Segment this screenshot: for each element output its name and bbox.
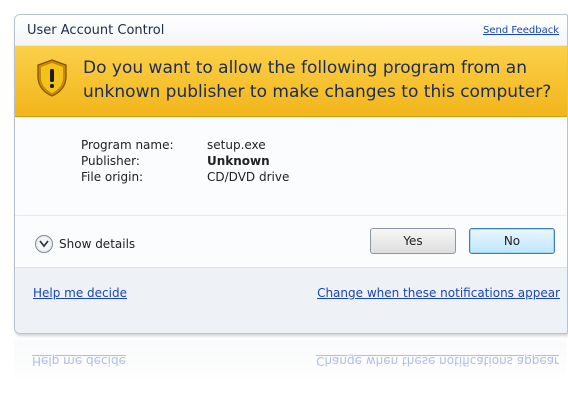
- show-details-label[interactable]: Show details: [59, 237, 135, 251]
- program-name-label: Program name:: [81, 138, 174, 152]
- change-notifications-link[interactable]: Change when these notifications appear: [317, 286, 560, 300]
- uac-question: Do you want to allow the following progr…: [83, 58, 552, 102]
- reflection-inner: Help me decide Change when these notific…: [14, 340, 566, 380]
- program-name-value: setup.exe: [207, 138, 266, 152]
- uac-dialog: User Account Control Send Feedback Do yo…: [14, 14, 568, 334]
- title-bar: User Account Control Send Feedback: [15, 15, 567, 46]
- publisher-label: Publisher:: [81, 154, 140, 168]
- dialog-reflection: Help me decide Change when these notific…: [14, 340, 566, 410]
- file-origin-label: File origin:: [81, 170, 144, 184]
- footer: Help me decide Change when these notific…: [15, 268, 567, 333]
- show-details-toggle[interactable]: Show details: [35, 235, 135, 253]
- window-title: User Account Control: [27, 23, 165, 38]
- program-name-row: Program name: setup.exe: [81, 137, 289, 153]
- reflection-change-text: Change when these notifications appear: [316, 354, 559, 368]
- reflection-help-text: Help me decide: [32, 354, 126, 368]
- help-me-decide-link[interactable]: Help me decide: [33, 286, 127, 300]
- no-button[interactable]: No: [469, 228, 555, 254]
- warning-banner: Do you want to allow the following progr…: [15, 46, 567, 117]
- publisher-value: Unknown: [207, 154, 270, 168]
- file-origin-row: File origin: CD/DVD drive: [81, 169, 289, 185]
- yes-button[interactable]: Yes: [370, 228, 456, 254]
- file-origin-value: CD/DVD drive: [207, 170, 290, 184]
- divider: [15, 215, 567, 216]
- chevron-down-icon[interactable]: [35, 235, 53, 253]
- send-feedback-link[interactable]: Send Feedback: [483, 25, 559, 36]
- program-info: Program name: setup.exe Publisher: Unkno…: [81, 137, 289, 185]
- publisher-row: Publisher: Unknown: [81, 153, 289, 169]
- shield-warning-icon: [35, 58, 69, 98]
